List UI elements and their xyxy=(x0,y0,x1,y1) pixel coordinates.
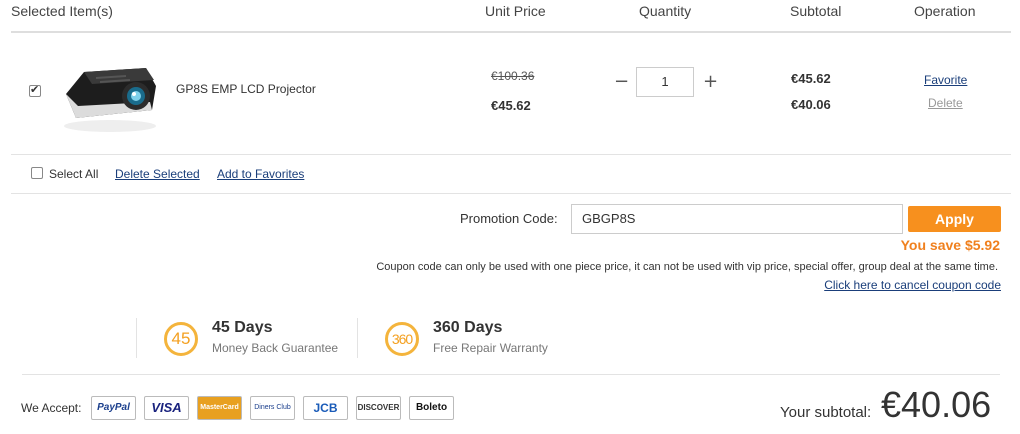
savings-text: You save $5.92 xyxy=(900,237,1000,253)
product-image[interactable] xyxy=(56,46,164,138)
unit-price: €45.62 xyxy=(491,98,531,113)
jcb-icon: JCB xyxy=(303,396,348,420)
money-back-subtitle: Money Back Guarantee xyxy=(212,341,339,355)
mastercard-icon: MasterCard xyxy=(197,396,242,420)
your-subtotal-label: Your subtotal: xyxy=(780,404,872,421)
guarantee-divider-middle xyxy=(357,318,358,358)
promotion-code-input[interactable]: GBGP8S xyxy=(571,204,903,234)
select-all-label[interactable]: Select All xyxy=(49,167,98,181)
product-name[interactable]: GP8S EMP LCD Projector xyxy=(176,82,316,96)
paypal-icon: PayPal xyxy=(91,396,136,420)
delete-selected-link[interactable]: Delete Selected xyxy=(115,167,200,181)
item-divider xyxy=(11,154,1011,155)
header-subtotal: Subtotal xyxy=(790,3,842,19)
select-all-checkbox[interactable] xyxy=(31,167,43,179)
quantity-decrease-button[interactable]: − xyxy=(614,71,629,92)
apply-button[interactable]: Apply xyxy=(908,206,1001,232)
add-to-favorites-link[interactable]: Add to Favorites xyxy=(217,167,304,181)
delete-link[interactable]: Delete xyxy=(928,96,963,110)
header-unit-price: Unit Price xyxy=(485,3,546,19)
actions-divider xyxy=(11,193,1011,194)
repair-warranty-title: 360 Days xyxy=(433,319,503,336)
guarantees-divider xyxy=(22,374,1000,375)
repair-warranty-badge-icon: 360 xyxy=(385,322,419,356)
guarantee-divider-left xyxy=(136,318,137,358)
subtotal-after: €40.06 xyxy=(791,97,831,112)
coupon-note: Coupon code can only be used with one pi… xyxy=(376,261,998,273)
cancel-coupon-link[interactable]: Click here to cancel coupon code xyxy=(824,278,1001,292)
discover-icon: DISCOVER xyxy=(356,396,401,420)
visa-icon: VISA xyxy=(144,396,189,420)
header-divider xyxy=(11,31,1011,33)
money-back-title: 45 Days xyxy=(212,319,273,336)
your-subtotal-value: €40.06 xyxy=(881,384,992,425)
header-selected-items: Selected Item(s) xyxy=(11,3,113,19)
item-checkbox[interactable] xyxy=(29,83,41,97)
header-quantity: Quantity xyxy=(639,3,692,19)
boleto-icon: Boleto xyxy=(409,396,454,420)
repair-warranty-subtitle: Free Repair Warranty xyxy=(433,341,548,355)
promotion-code-label: Promotion Code: xyxy=(460,211,558,226)
we-accept-label: We Accept: xyxy=(21,401,82,415)
original-price: €100.36 xyxy=(491,69,535,83)
header-operation: Operation xyxy=(914,3,976,19)
quantity-increase-button[interactable]: + xyxy=(703,71,718,92)
quantity-input[interactable]: 1 xyxy=(636,67,694,97)
subtotal-before: €45.62 xyxy=(791,71,831,86)
favorite-link[interactable]: Favorite xyxy=(924,73,967,87)
diners-club-icon: Diners Club xyxy=(250,396,295,420)
money-back-badge-icon: 45 xyxy=(164,322,198,356)
